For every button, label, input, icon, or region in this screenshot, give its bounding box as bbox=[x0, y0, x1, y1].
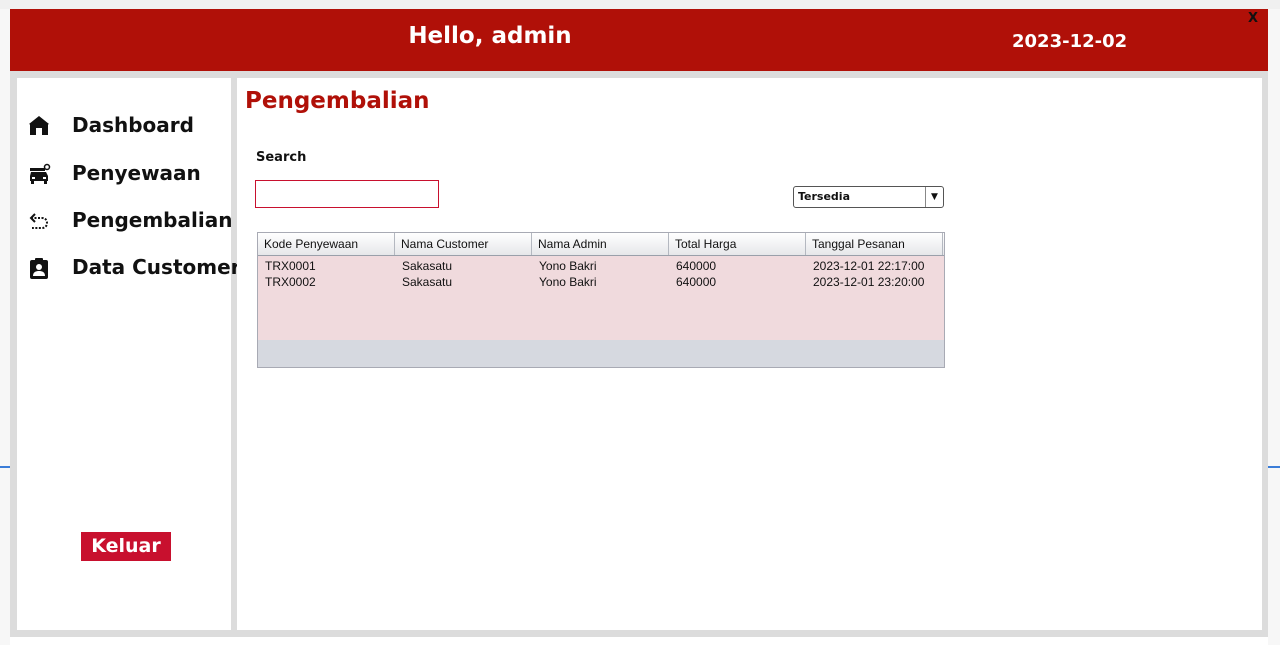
sidebar: Dashboard Penyewaan Pengembalian Data Cu… bbox=[17, 78, 241, 630]
return-arrow-icon bbox=[29, 213, 49, 229]
car-rental-icon bbox=[30, 163, 51, 184]
logout-button[interactable]: Keluar bbox=[81, 532, 171, 561]
background-left-strip bbox=[0, 9, 10, 645]
table-cell: Yono Bakri bbox=[539, 275, 597, 289]
table-cell: 2023-12-01 23:20:00 bbox=[813, 275, 925, 289]
table-body: TRX0001 Sakasatu Yono Bakri 640000 2023-… bbox=[258, 256, 944, 340]
table-cell: Sakasatu bbox=[402, 275, 453, 289]
column-header[interactable]: Tanggal Pesanan bbox=[806, 233, 943, 255]
search-input[interactable] bbox=[255, 180, 439, 208]
clipboard-user-icon bbox=[30, 258, 48, 279]
column-header[interactable]: Kode Penyewaan bbox=[258, 233, 395, 255]
sidebar-item-dashboard[interactable]: Dashboard bbox=[17, 106, 231, 146]
sidebar-item-pengembalian[interactable]: Pengembalian bbox=[17, 201, 233, 241]
column-header[interactable]: Total Harga bbox=[669, 233, 806, 255]
status-filter-value: Tersedia bbox=[798, 190, 851, 203]
sidebar-item-label: Penyewaan bbox=[72, 161, 201, 185]
header-bar: Hello, admin 2023-12-02 X bbox=[10, 9, 1268, 71]
main-content: Pengembalian Search Tersedia ▼ Kode Peny… bbox=[237, 78, 1262, 630]
sidebar-item-label: Dashboard bbox=[72, 113, 194, 137]
table-cell: 640000 bbox=[676, 275, 717, 289]
sidebar-item-label: Pengembalian bbox=[72, 208, 233, 232]
column-header[interactable]: Nama Customer bbox=[395, 233, 532, 255]
background-right-strip bbox=[1268, 9, 1280, 645]
column-header[interactable]: Nama Admin bbox=[532, 233, 669, 255]
table-cell: Yono Bakri bbox=[539, 259, 597, 273]
close-button[interactable]: X bbox=[1248, 11, 1258, 26]
sidebar-item-label: Data Customer bbox=[72, 255, 241, 279]
app-window: Hello, admin 2023-12-02 X Dashboard Peny… bbox=[10, 9, 1268, 637]
returns-table: Kode Penyewaan Nama Customer Nama Admin … bbox=[257, 232, 945, 368]
search-label: Search bbox=[256, 150, 307, 165]
chevron-down-icon[interactable]: ▼ bbox=[925, 187, 943, 207]
page-title: Pengembalian bbox=[245, 88, 430, 114]
table-row[interactable]: TRX0001 Sakasatu Yono Bakri 640000 2023-… bbox=[258, 258, 944, 274]
background-divider bbox=[1268, 466, 1280, 468]
table-header: Kode Penyewaan Nama Customer Nama Admin … bbox=[258, 233, 944, 256]
table-cell: TRX0001 bbox=[265, 259, 316, 273]
home-icon bbox=[29, 116, 49, 135]
sidebar-item-penyewaan[interactable]: Penyewaan bbox=[17, 154, 231, 194]
greeting-text: Hello, admin bbox=[408, 23, 572, 49]
background-divider bbox=[0, 466, 10, 468]
table-row[interactable]: TRX0002 Sakasatu Yono Bakri 640000 2023-… bbox=[258, 274, 944, 290]
table-cell: 640000 bbox=[676, 259, 717, 273]
sidebar-item-data-customer[interactable]: Data Customer bbox=[17, 248, 241, 288]
table-cell: 2023-12-01 22:17:00 bbox=[813, 259, 925, 273]
table-cell: TRX0002 bbox=[265, 275, 316, 289]
table-cell: Sakasatu bbox=[402, 259, 453, 273]
current-date: 2023-12-02 bbox=[1012, 31, 1128, 52]
status-filter-select[interactable]: Tersedia ▼ bbox=[793, 186, 944, 208]
